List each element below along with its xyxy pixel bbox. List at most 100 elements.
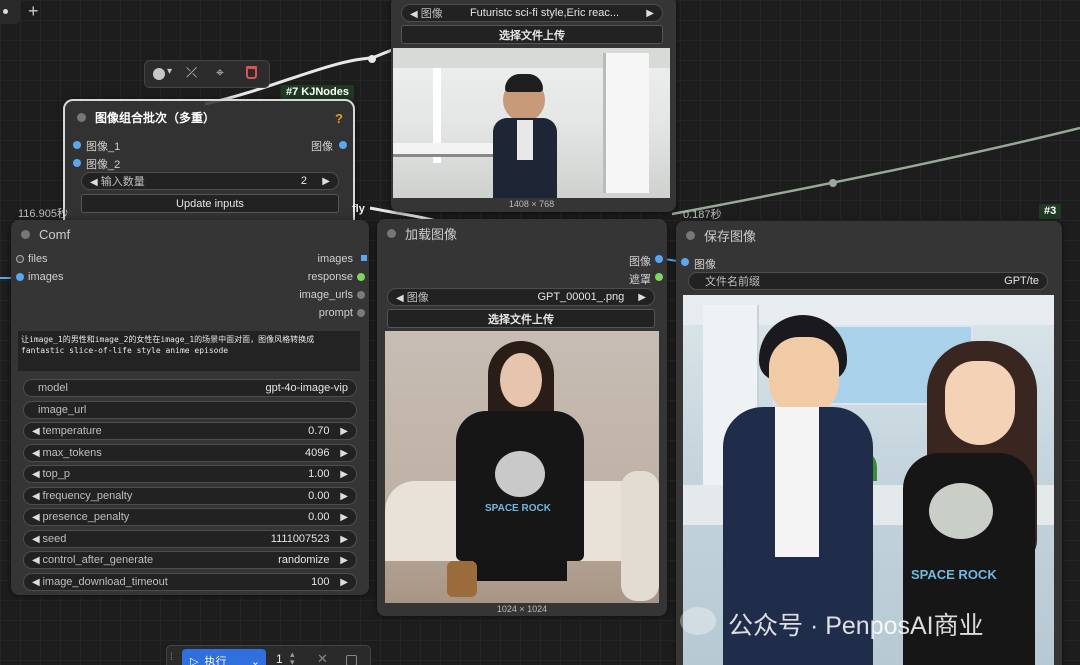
output-port-image[interactable] bbox=[655, 255, 663, 263]
node-title: 图像组合批次（多重） bbox=[95, 110, 216, 125]
bypass-icon[interactable]: ⤫ bbox=[186, 64, 197, 81]
batch-count-input[interactable]: 1 bbox=[276, 652, 283, 665]
increment-icon[interactable]: ▶ bbox=[338, 577, 348, 588]
input-port-images[interactable] bbox=[16, 273, 24, 281]
prev-icon[interactable]: ◀ bbox=[396, 293, 404, 304]
add-tab-icon[interactable]: + bbox=[28, 1, 39, 22]
decrement-icon[interactable]: ◀ bbox=[90, 177, 98, 188]
upload-button[interactable]: 选择文件上传 bbox=[387, 309, 655, 328]
cancel-icon[interactable]: ✕ bbox=[317, 651, 328, 665]
widget-frequency-penalty[interactable]: ◀ frequency_penalty 0.00 ▶ bbox=[23, 486, 357, 505]
increment-icon[interactable]: ▶ bbox=[338, 448, 348, 459]
output-port-image[interactable] bbox=[339, 141, 347, 149]
queue-icon[interactable] bbox=[346, 655, 357, 665]
input-port-image2[interactable] bbox=[73, 159, 81, 167]
image-combo[interactable]: ◀ 图像 GPT_00001_.png ▶ bbox=[387, 288, 655, 306]
widget-label: image_url bbox=[38, 403, 87, 416]
input-port-files[interactable] bbox=[16, 255, 24, 263]
output-port-prompt[interactable] bbox=[357, 309, 365, 317]
widget-value: randomize bbox=[278, 554, 330, 566]
decrement-icon[interactable]: ◀ bbox=[32, 426, 42, 437]
chevron-down-icon[interactable]: ▾ bbox=[167, 66, 172, 77]
widget-label: max_tokens bbox=[42, 446, 102, 459]
widget-value: 4096 bbox=[305, 446, 330, 459]
increment-icon[interactable]: ▶ bbox=[338, 469, 348, 480]
wire-reroute-dot-2 bbox=[829, 179, 837, 187]
decrement-icon[interactable]: ◀ bbox=[32, 555, 42, 566]
color-picker-icon[interactable] bbox=[153, 68, 165, 80]
count-widget[interactable]: ◀ 输入数量 2 ▶ bbox=[81, 172, 339, 190]
decrement-icon[interactable]: ◀ bbox=[32, 469, 42, 480]
decrement-icon[interactable]: ◀ bbox=[32, 491, 42, 502]
image-dimensions: 1024 × 1024 bbox=[496, 604, 548, 614]
image-combo[interactable]: ◀ 图像 Futuristc sci-fi style,Eric reac...… bbox=[401, 4, 663, 22]
widget-label: model bbox=[38, 382, 68, 394]
input-label-image: 图像 bbox=[694, 259, 716, 271]
decrement-icon[interactable]: ◀ bbox=[32, 577, 42, 588]
prev-icon[interactable]: ◀ bbox=[410, 9, 418, 20]
increment-icon[interactable]: ▶ bbox=[338, 512, 348, 523]
output-port-image-urls[interactable] bbox=[357, 291, 365, 299]
increment-icon[interactable]: ▶ bbox=[338, 555, 348, 566]
wire-label: fly bbox=[352, 203, 365, 215]
preview-image-office-man bbox=[393, 48, 670, 198]
preview-image-woman: SPACE ROCK bbox=[385, 331, 659, 603]
collapse-dot-icon[interactable] bbox=[387, 228, 396, 238]
output-label-mask: 遮罩 bbox=[629, 274, 651, 286]
increment-icon[interactable]: ▶ bbox=[338, 491, 348, 502]
next-icon[interactable]: ▶ bbox=[646, 8, 654, 19]
widget-image-url[interactable]: image_url bbox=[23, 400, 357, 419]
tab-dot-icon bbox=[3, 9, 8, 14]
drag-handle-icon[interactable]: ⁞ bbox=[170, 652, 173, 663]
output-label-prompt: prompt bbox=[318, 307, 353, 319]
node-title: 加载图像 bbox=[405, 226, 458, 242]
increment-icon[interactable]: ▶ bbox=[338, 426, 348, 437]
widget-image-download-timeout[interactable]: ◀ image_download_timeout 100 ▶ bbox=[23, 572, 357, 591]
collapse-dot-icon[interactable] bbox=[686, 230, 695, 240]
load-image-node[interactable]: 加载图像 图像 遮罩 ◀ 图像 GPT_00001_.png ▶ 选择文件上传 … bbox=[377, 219, 667, 616]
collapse-dot-icon[interactable] bbox=[21, 229, 30, 239]
run-button[interactable]: ▷ 执行 ⌄ bbox=[182, 649, 266, 665]
delete-icon[interactable] bbox=[246, 66, 257, 79]
increment-icon[interactable]: ▶ bbox=[322, 176, 330, 187]
play-icon: ▷ bbox=[190, 655, 199, 665]
prompt-textarea[interactable]: 让image_1的男性和image_2的女性在image_1的场景中面对面，图像… bbox=[18, 331, 360, 371]
collapse-dot-icon[interactable] bbox=[77, 112, 86, 122]
save-image-node[interactable]: 保存图像 图像 文件名前缀 GPT/te SPACE ROCK bbox=[676, 221, 1062, 665]
output-port-mask[interactable] bbox=[655, 273, 663, 281]
widget-presence-penalty[interactable]: ◀ presence_penalty 0.00 ▶ bbox=[23, 508, 357, 526]
decrement-icon[interactable]: ◀ bbox=[32, 512, 42, 523]
chevron-down-icon[interactable]: ⌄ bbox=[251, 655, 260, 665]
output-port-images[interactable] bbox=[361, 255, 367, 261]
output-port-response[interactable] bbox=[357, 273, 365, 281]
update-inputs-button[interactable]: Update inputs bbox=[81, 194, 339, 213]
input-port-image[interactable] bbox=[681, 258, 689, 266]
widget-top-p[interactable]: ◀ top_p 1.00 ▶ bbox=[23, 465, 357, 483]
input-port-image1[interactable] bbox=[73, 141, 81, 149]
wechat-icon bbox=[680, 607, 716, 635]
gpt-image-node[interactable]: Comf files images images response image_… bbox=[11, 220, 369, 595]
decrement-icon[interactable]: ◀ bbox=[32, 534, 42, 545]
help-icon[interactable]: ? bbox=[335, 111, 343, 126]
widget-model[interactable]: model gpt-4o-image-vip bbox=[23, 379, 357, 397]
upload-button[interactable]: 选择文件上传 bbox=[401, 25, 663, 44]
widget-label: seed bbox=[42, 532, 67, 545]
output-label-image: 图像 bbox=[311, 141, 333, 153]
pin-icon[interactable]: ⌖ bbox=[216, 64, 224, 81]
decrement-icon[interactable]: ◀ bbox=[32, 448, 42, 459]
increment-icon[interactable]: ▶ bbox=[338, 534, 348, 545]
widget-value: 100 bbox=[311, 575, 330, 588]
widget-control-after-generate[interactable]: ◀ control_after_generate randomize ▶ bbox=[23, 551, 357, 569]
top-load-image-node[interactable]: ◀ 图像 Futuristc sci-fi style,Eric reac...… bbox=[391, 0, 676, 212]
filename-prefix-widget[interactable]: 文件名前缀 GPT/te bbox=[688, 272, 1048, 290]
wire-long bbox=[671, 126, 1080, 216]
execution-time: 0.187秒 bbox=[683, 209, 722, 221]
widget-temperature[interactable]: ◀ temperature 0.70 ▶ bbox=[23, 422, 357, 440]
input-label-files: files bbox=[28, 253, 48, 265]
widget-max-tokens[interactable]: ◀ max_tokens 4096 ▶ bbox=[23, 443, 357, 462]
widget-seed[interactable]: ◀ seed 1111007523 ▶ bbox=[23, 529, 357, 548]
stepper-icon[interactable]: ▴ ▾ bbox=[290, 650, 295, 665]
next-icon[interactable]: ▶ bbox=[638, 292, 646, 303]
widget-label: top_p bbox=[42, 468, 70, 480]
shirt-print-text: SPACE ROCK bbox=[911, 567, 997, 582]
